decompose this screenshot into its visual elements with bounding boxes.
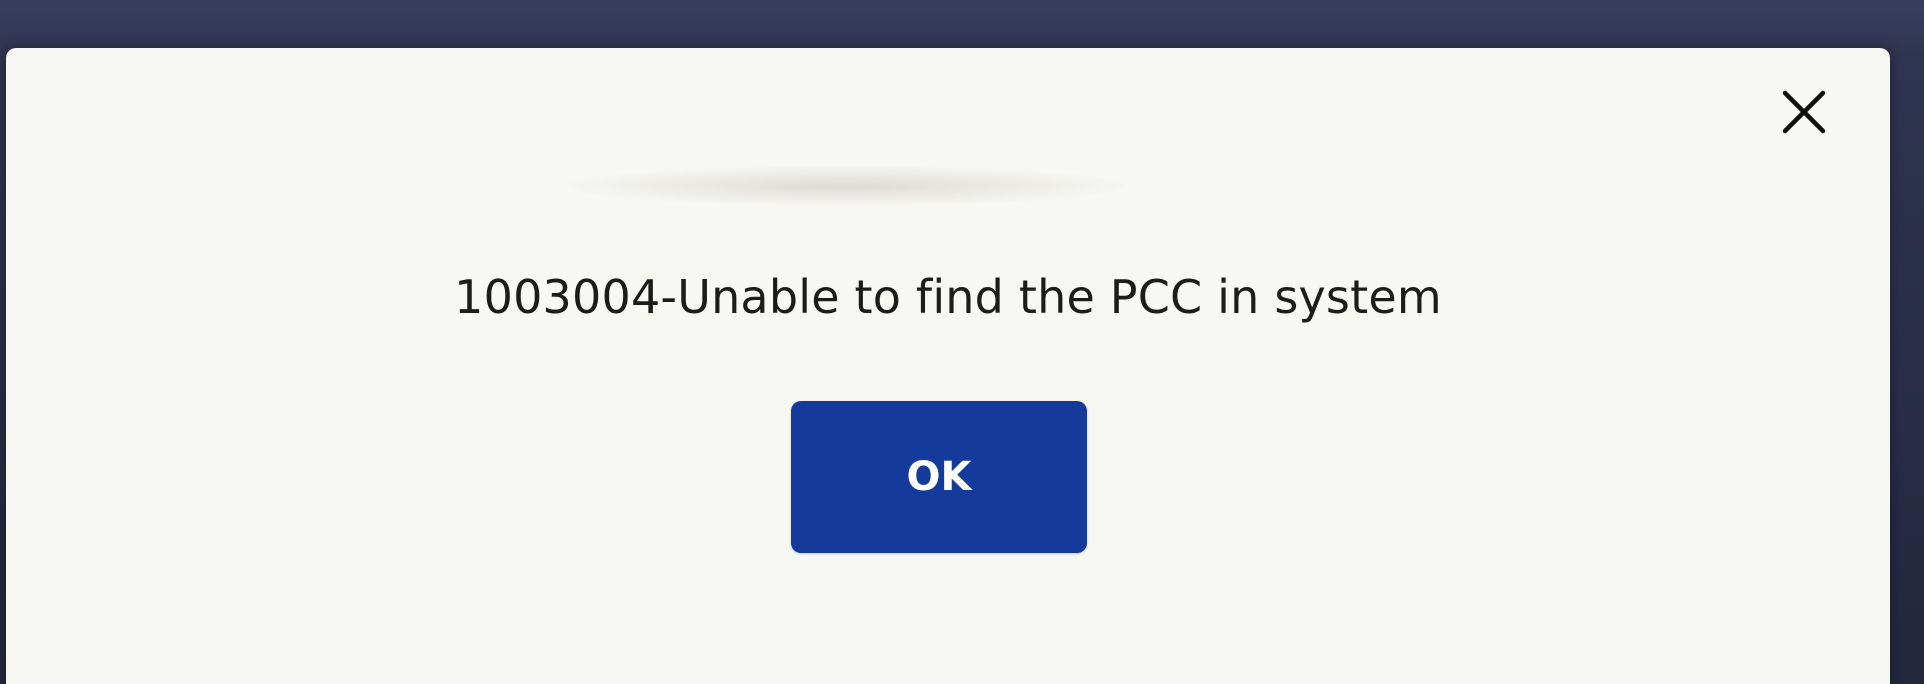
blurred-title-smudge [566,166,1126,206]
error-message: 1003004-Unable to find the PCC in system [454,270,1442,324]
error-dialog: 1003004-Unable to find the PCC in system… [6,48,1890,684]
close-button[interactable] [1774,84,1834,144]
close-icon [1779,87,1829,142]
ok-button[interactable]: OK [791,401,1087,553]
